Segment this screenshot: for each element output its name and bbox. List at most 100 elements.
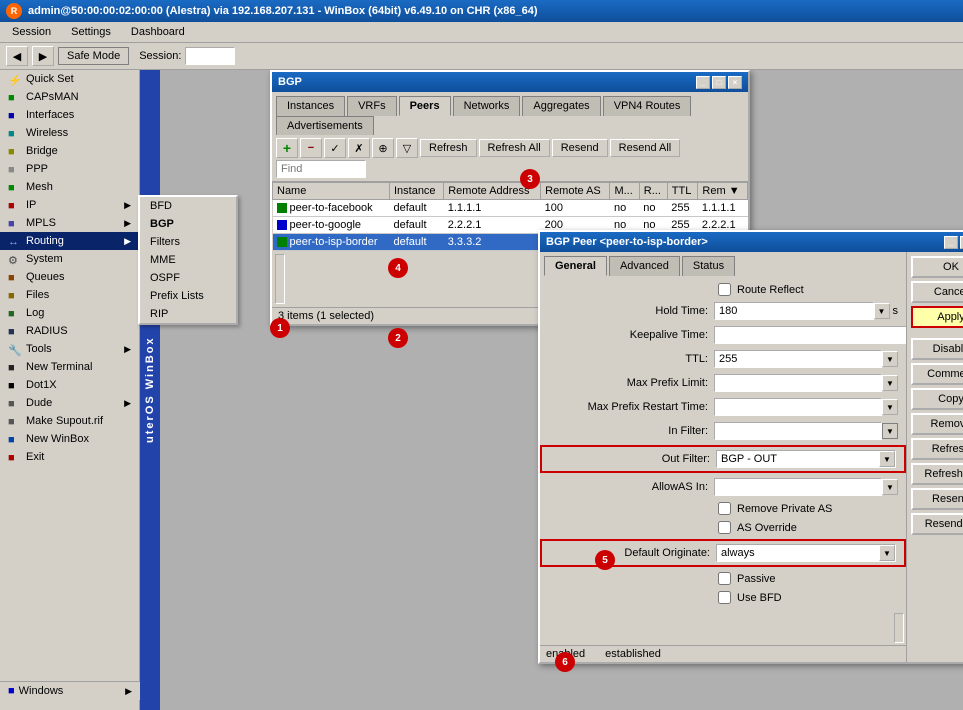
in-filter-down-btn[interactable]: ▼ xyxy=(882,423,898,439)
out-filter-input[interactable] xyxy=(717,452,879,466)
tab-networks[interactable]: Networks xyxy=(453,96,521,116)
sidebar-item-system[interactable]: ⚙ System xyxy=(0,250,139,268)
bgp-minimize-btn[interactable]: _ xyxy=(696,76,710,89)
vertical-scrollbar[interactable] xyxy=(275,254,285,304)
filter-btn[interactable]: ▽ xyxy=(396,138,418,158)
sidebar-item-tools[interactable]: 🔧 Tools ▶ xyxy=(0,340,139,358)
use-bfd-checkbox[interactable] xyxy=(718,591,731,604)
tab-status[interactable]: Status xyxy=(682,256,735,276)
peer-refresh-btn[interactable]: Refresh xyxy=(911,438,963,460)
tab-aggregates[interactable]: Aggregates xyxy=(522,96,600,116)
sidebar-item-terminal[interactable]: ■ New Terminal xyxy=(0,358,139,376)
remove-private-as-checkbox[interactable] xyxy=(718,502,731,515)
sidebar-item-mpls[interactable]: ■ MPLS ▶ xyxy=(0,214,139,232)
table-row[interactable]: peer-to-facebook default 1.1.1.1 100 no … xyxy=(273,200,748,217)
max-prefix-down-btn[interactable]: ▼ xyxy=(882,375,898,391)
sidebar-item-exit[interactable]: ■ Exit xyxy=(0,448,139,466)
sidebar-item-capsman[interactable]: ■ CAPsMAN xyxy=(0,88,139,106)
out-filter-select[interactable]: ▼ xyxy=(716,450,896,468)
edit-btn[interactable]: ✓ xyxy=(324,138,346,158)
default-originate-arrow[interactable]: ▼ xyxy=(879,545,895,561)
tab-advanced[interactable]: Advanced xyxy=(609,256,680,276)
forward-btn[interactable]: ▶ xyxy=(32,46,54,66)
sidebar-item-interfaces[interactable]: ■ Interfaces xyxy=(0,106,139,124)
ttl-down-btn[interactable]: ▼ xyxy=(882,351,898,367)
back-btn[interactable]: ◀ xyxy=(6,46,28,66)
copy-tbl-btn[interactable]: ⊕ xyxy=(372,138,394,158)
bgp-close-btn[interactable]: × xyxy=(728,76,742,89)
bgp-search-input[interactable] xyxy=(276,160,366,178)
peer-remove-btn[interactable]: Remove xyxy=(911,413,963,435)
default-originate-input[interactable] xyxy=(717,546,879,560)
peer-refresh-all-btn[interactable]: Refresh All xyxy=(911,463,963,485)
clear-btn[interactable]: ✗ xyxy=(348,138,370,158)
tab-general[interactable]: General xyxy=(544,256,607,276)
tab-vpn4routes[interactable]: VPN4 Routes xyxy=(603,96,692,116)
sidebar-item-dot1x[interactable]: ■ Dot1X xyxy=(0,376,139,394)
route-reflect-checkbox[interactable] xyxy=(718,283,731,296)
sidebar-item-winbox[interactable]: ■ New WinBox xyxy=(0,430,139,448)
sidebar-item-radius[interactable]: ■ RADIUS xyxy=(0,322,139,340)
refresh-all-btn[interactable]: Refresh All xyxy=(479,139,550,157)
sidebar-item-queues[interactable]: ■ Queues xyxy=(0,268,139,286)
keepalive-input[interactable] xyxy=(714,326,906,344)
sidebar-item-bridge[interactable]: ■ Bridge xyxy=(0,142,139,160)
copy-btn[interactable]: Copy xyxy=(911,388,963,410)
peer-scrollbar[interactable] xyxy=(894,613,904,643)
resend-btn[interactable]: Resend xyxy=(552,139,608,157)
remove-private-as-row: Remove Private AS xyxy=(540,499,906,518)
resend-all-btn[interactable]: Resend All xyxy=(610,139,681,157)
sidebar-item-mesh[interactable]: ■ Mesh xyxy=(0,178,139,196)
max-prefix-input[interactable] xyxy=(714,374,882,392)
windows-section[interactable]: ■ Windows ▶ xyxy=(0,681,140,700)
ok-btn[interactable]: OK xyxy=(911,256,963,278)
sidebar-item-ppp[interactable]: ■ PPP xyxy=(0,160,139,178)
peer-resend-all-btn[interactable]: Resend All xyxy=(911,513,963,535)
sidebar-item-files[interactable]: ■ Files xyxy=(0,286,139,304)
keepalive-select[interactable]: ▼ xyxy=(714,326,906,344)
keepalive-row: Keepalive Time: ▼ xyxy=(540,323,906,347)
allowas-label: AllowAS In: xyxy=(548,481,708,493)
comment-btn[interactable]: Comment xyxy=(911,363,963,385)
peer-minimize-btn[interactable]: _ xyxy=(944,236,958,249)
tab-advertisements[interactable]: Advertisements xyxy=(276,116,374,135)
in-filter-input[interactable] xyxy=(714,422,882,440)
allowas-down-btn[interactable]: ▼ xyxy=(882,479,898,495)
passive-checkbox[interactable] xyxy=(718,572,731,585)
sidebar-item-dude[interactable]: ■ Dude ▶ xyxy=(0,394,139,412)
apply-btn[interactable]: Apply xyxy=(911,306,963,328)
menu-settings[interactable]: Settings xyxy=(63,24,119,40)
cancel-btn[interactable]: Cancel xyxy=(911,281,963,303)
tab-instances[interactable]: Instances xyxy=(276,96,345,116)
tab-vrfs[interactable]: VRFs xyxy=(347,96,397,116)
as-override-checkbox[interactable] xyxy=(718,521,731,534)
safemode-btn[interactable]: Safe Mode xyxy=(58,47,129,65)
peer-resend-btn[interactable]: Resend xyxy=(911,488,963,510)
sidebar-item-routing[interactable]: ↔ Routing ▶ xyxy=(0,232,139,250)
peer-tab-bar: General Advanced Status xyxy=(540,252,906,276)
sidebar-item-supout[interactable]: ■ Make Supout.rif xyxy=(0,412,139,430)
allowas-input[interactable] xyxy=(714,478,882,496)
sidebar-item-quickset[interactable]: ⚡ Quick Set xyxy=(0,70,139,88)
disable-btn[interactable]: Disable xyxy=(911,338,963,360)
add-btn[interactable]: + xyxy=(276,138,298,158)
ttl-input[interactable] xyxy=(714,350,882,368)
max-prefix-restart-input[interactable] xyxy=(714,398,882,416)
hold-time-down-btn[interactable]: ▼ xyxy=(874,303,890,319)
row1-name: peer-to-facebook xyxy=(273,200,390,217)
sidebar-item-ip[interactable]: ■ IP ▶ xyxy=(0,196,139,214)
bgp-maximize-btn[interactable]: □ xyxy=(712,76,726,89)
remove-btn[interactable]: − xyxy=(300,138,322,158)
sidebar-item-wireless[interactable]: ■ Wireless xyxy=(0,124,139,142)
peer-status-enabled: enabled xyxy=(546,648,585,660)
menu-session[interactable]: Session xyxy=(4,24,59,40)
max-prefix-restart-down-btn[interactable]: ▼ xyxy=(882,399,898,415)
hold-time-input[interactable] xyxy=(714,302,874,320)
menu-dashboard[interactable]: Dashboard xyxy=(123,24,193,40)
sidebar-item-log[interactable]: ■ Log xyxy=(0,304,139,322)
session-input[interactable] xyxy=(185,47,235,65)
refresh-btn[interactable]: Refresh xyxy=(420,139,477,157)
default-originate-select[interactable]: ▼ xyxy=(716,544,896,562)
tab-peers[interactable]: Peers xyxy=(399,96,451,116)
out-filter-arrow[interactable]: ▼ xyxy=(879,451,895,467)
